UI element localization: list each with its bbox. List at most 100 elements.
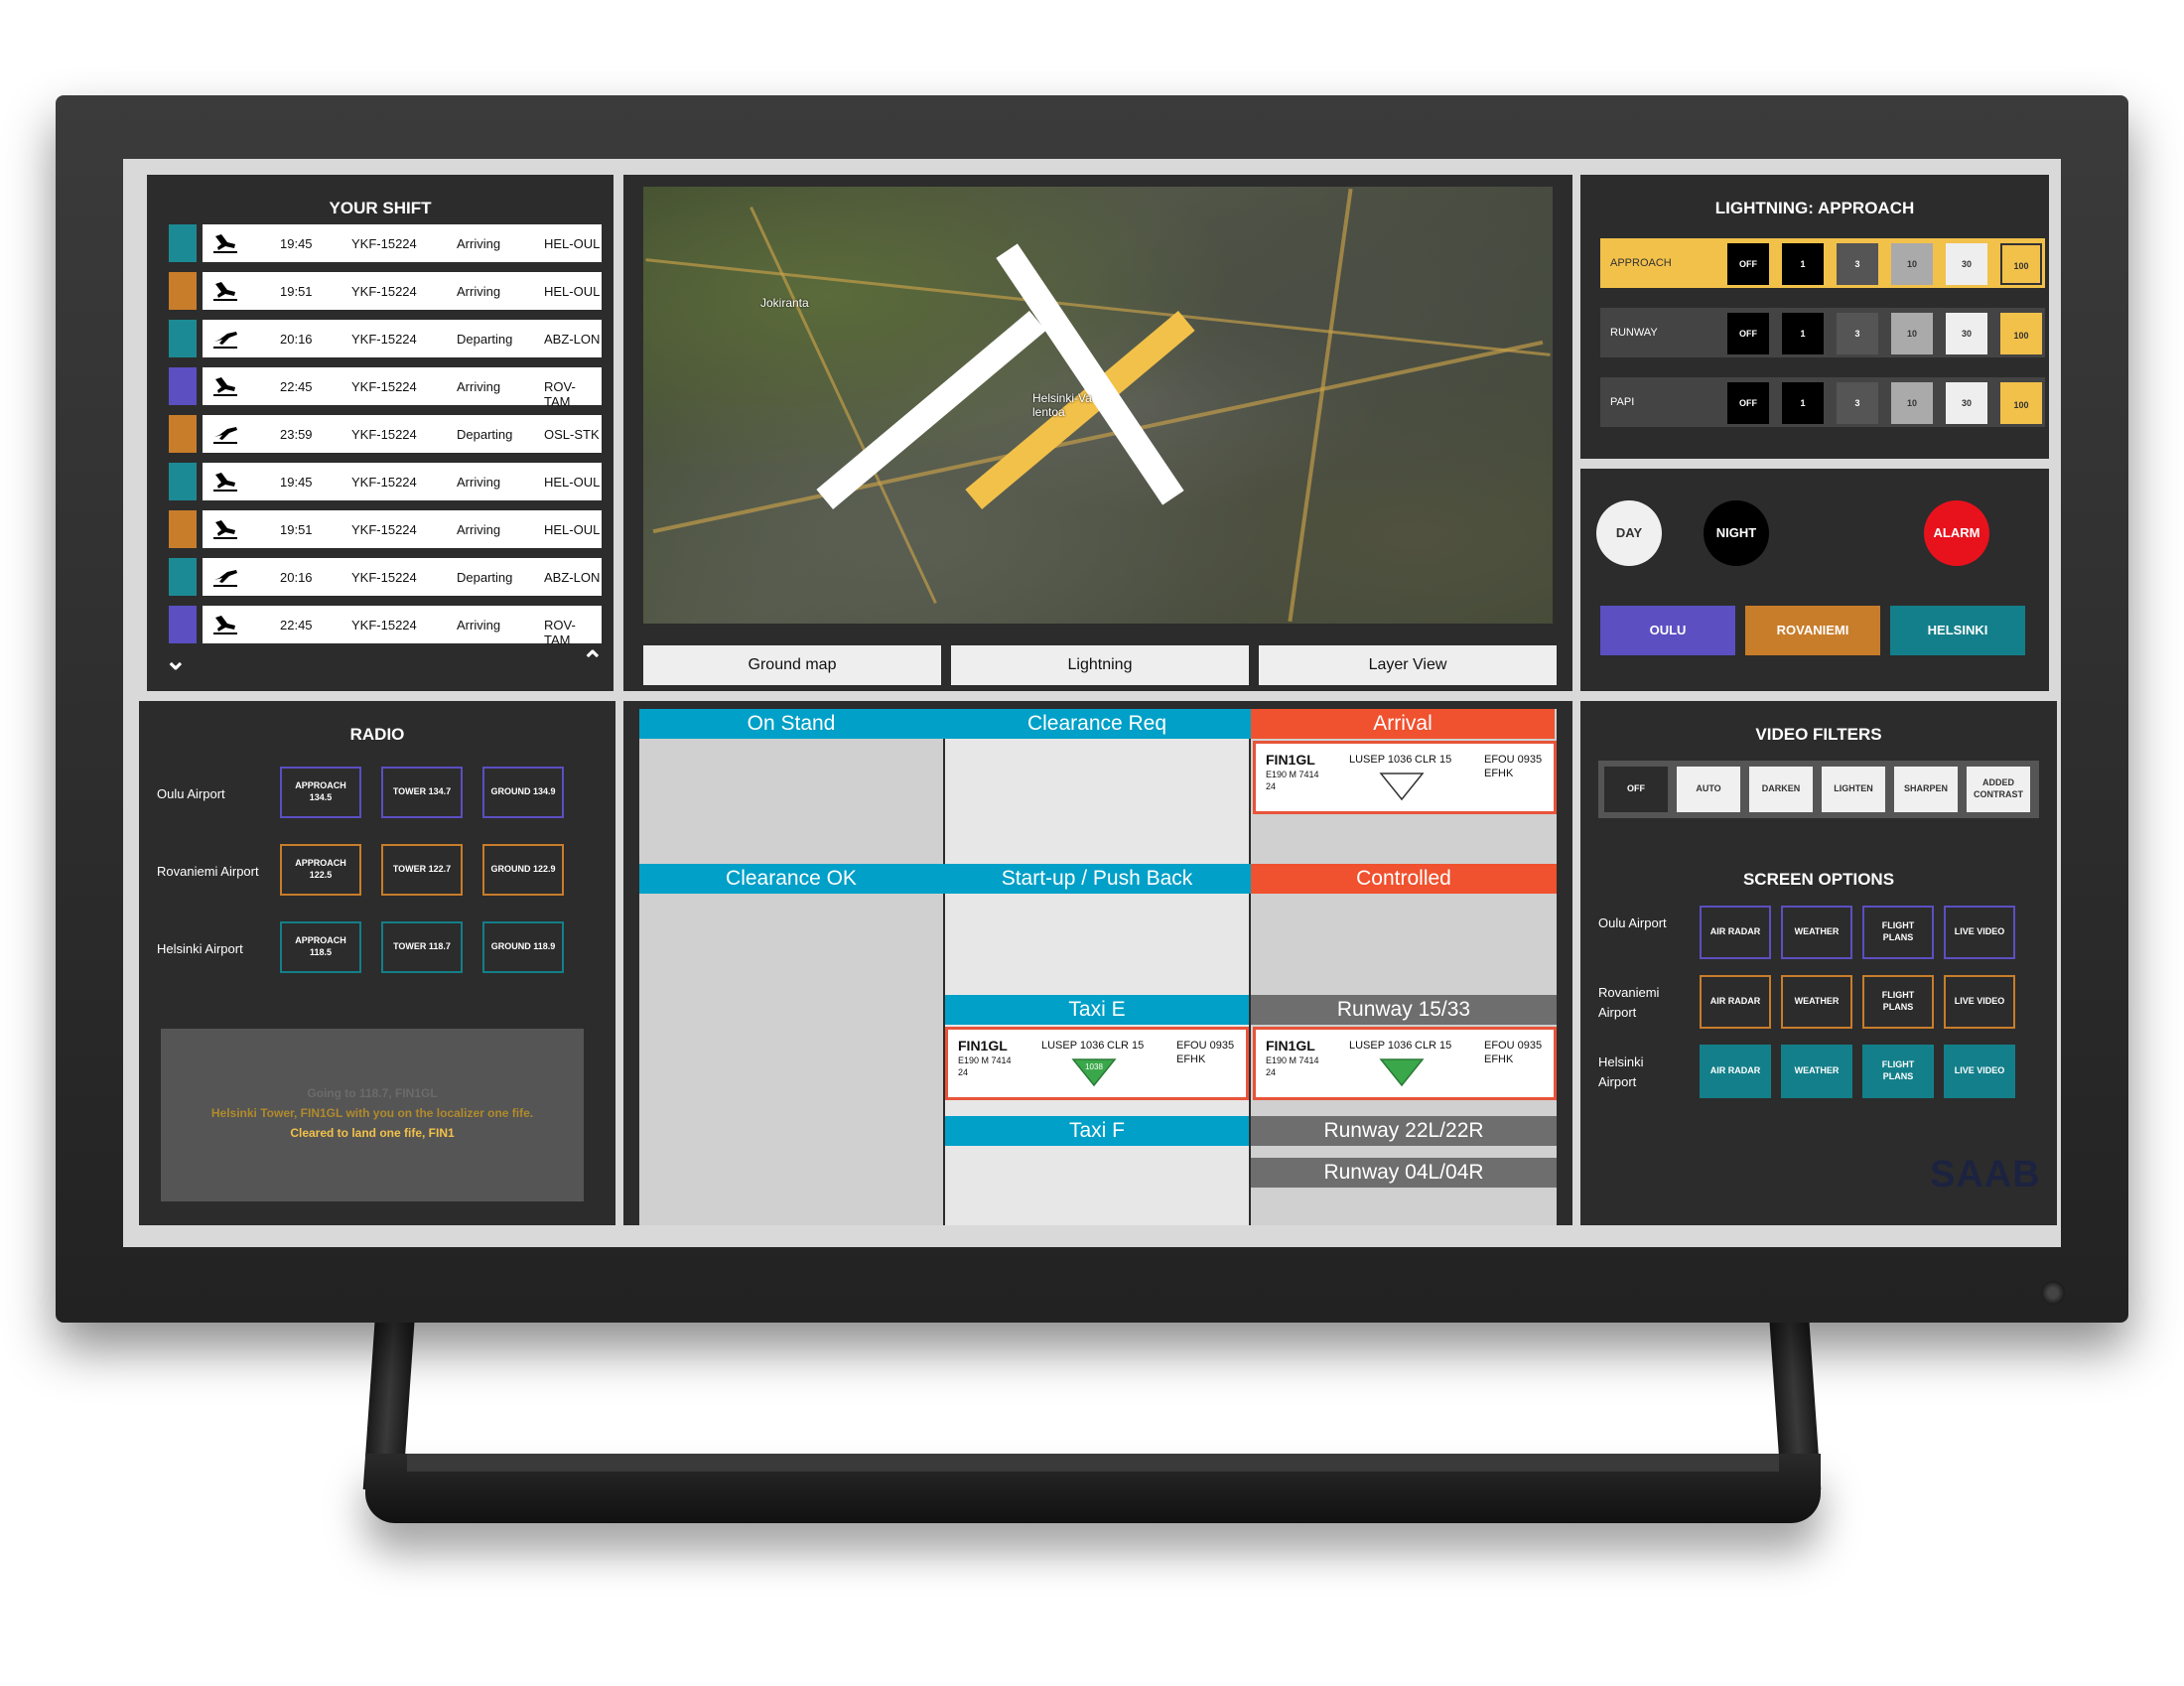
shift-card[interactable]: 20:16 YKF-15224 Departing ABZ-LON bbox=[203, 558, 602, 596]
shift-row[interactable]: 19:51 YKF-15224 Arriving HEL-OUL bbox=[169, 510, 602, 548]
shift-row[interactable]: 19:45 YKF-15224 Arriving HEL-OUL bbox=[169, 224, 602, 262]
tab-ground-map[interactable]: Ground map bbox=[643, 645, 941, 685]
lightning-level-button[interactable]: 100 bbox=[2000, 313, 2042, 354]
flight-strip-taxi-e[interactable]: FIN1GL E190 M 7414 24 LUSEP 1036 CLR 15 … bbox=[945, 1027, 1249, 1100]
shift-row[interactable]: 20:16 YKF-15224 Departing ABZ-LON bbox=[169, 320, 602, 357]
ground-frequency-button[interactable]: GROUND 134.9 bbox=[482, 767, 564, 818]
lightning-level-button[interactable]: 3 bbox=[1837, 243, 1878, 285]
shift-time: 20:16 bbox=[280, 332, 313, 347]
lightning-level-button[interactable]: 1 bbox=[1782, 382, 1824, 424]
scroll-up-icon[interactable]: ⌃ bbox=[582, 647, 604, 673]
screen-option-radar-button[interactable]: AIR RADAR bbox=[1700, 906, 1771, 959]
shift-row[interactable]: 19:51 YKF-15224 Arriving HEL-OUL bbox=[169, 272, 602, 310]
airport-helsinki-button[interactable]: HELSINKI bbox=[1890, 606, 2025, 655]
strip-marker-icon[interactable]: 1038 bbox=[1071, 1057, 1117, 1087]
lightning-row-approach: APPROACH OFF 1 3 10 30 100 bbox=[1600, 238, 2045, 288]
screen-option-video-button[interactable]: LIVE VIDEO bbox=[1944, 906, 2015, 959]
screen-option-radar-button[interactable]: AIR RADAR bbox=[1700, 1045, 1771, 1098]
approach-frequency: 118.5 bbox=[309, 947, 332, 957]
screen-option-video-button[interactable]: LIVE VIDEO bbox=[1944, 975, 2015, 1029]
lightning-level-button[interactable]: OFF bbox=[1727, 382, 1769, 424]
shift-row[interactable]: 22:45 YKF-15224 Arriving ROV-TAM bbox=[169, 367, 602, 409]
shift-color-swatch bbox=[169, 320, 197, 357]
lightning-level-button[interactable]: 30 bbox=[1946, 313, 1987, 354]
shift-flight: YKF-15224 bbox=[351, 475, 417, 490]
shift-status: Arriving bbox=[457, 284, 501, 299]
lightning-level-button[interactable]: 3 bbox=[1837, 313, 1878, 354]
screen-option-flight-button[interactable]: FLIGHT PLANS bbox=[1862, 906, 1934, 959]
screen-option-radar-button[interactable]: AIR RADAR bbox=[1700, 975, 1771, 1029]
shift-color-swatch bbox=[169, 558, 197, 596]
shift-card[interactable]: 19:45 YKF-15224 Arriving HEL-OUL bbox=[203, 463, 602, 500]
shift-card[interactable]: 22:45 YKF-15224 Arriving ROV-TAM bbox=[203, 367, 602, 409]
ground-frequency-button[interactable]: GROUND 122.9 bbox=[482, 844, 564, 896]
strip-arrival-airport: EFHK bbox=[1484, 1054, 1514, 1065]
approach-frequency-button[interactable]: APPROACH 134.5 bbox=[280, 767, 361, 818]
screen-option-flight-button[interactable]: FLIGHT PLANS bbox=[1862, 975, 1934, 1029]
shift-route: ROV-TAM bbox=[544, 379, 576, 409]
lightning-level-button[interactable]: 1 bbox=[1782, 243, 1824, 285]
lightning-level-button[interactable]: 100 bbox=[2000, 243, 2042, 285]
lightning-level-button[interactable]: 30 bbox=[1946, 243, 1987, 285]
shift-card[interactable]: 23:59 YKF-15224 Departing OSL-STK bbox=[203, 415, 602, 453]
video-filter-button[interactable]: SHARPEN bbox=[1894, 767, 1958, 812]
lightning-level-button[interactable]: OFF bbox=[1727, 243, 1769, 285]
lightning-level-button[interactable]: OFF bbox=[1727, 313, 1769, 354]
approach-frequency-button[interactable]: APPROACH 118.5 bbox=[280, 921, 361, 973]
screen-option-weather-button[interactable]: WEATHER bbox=[1781, 975, 1852, 1029]
lightning-level-button[interactable]: 100 bbox=[2000, 382, 2042, 424]
shift-card[interactable]: 19:51 YKF-15224 Arriving HEL-OUL bbox=[203, 272, 602, 310]
night-button[interactable]: NIGHT bbox=[1704, 500, 1769, 566]
strip-marker-icon[interactable] bbox=[1379, 1057, 1425, 1087]
shift-card[interactable]: 19:51 YKF-15224 Arriving HEL-OUL bbox=[203, 510, 602, 548]
shift-row[interactable]: 22:45 YKF-15224 Arriving ROV-TAM bbox=[169, 606, 602, 647]
radio-panel: RADIO Oulu Airport APPROACH 134.5 TOWER 134… bbox=[139, 701, 615, 1225]
lightning-level-button[interactable]: 10 bbox=[1891, 313, 1933, 354]
screen-option-weather-button[interactable]: WEATHER bbox=[1781, 906, 1852, 959]
approach-frequency-button[interactable]: APPROACH 122.5 bbox=[280, 844, 361, 896]
alarm-button[interactable]: ALARM bbox=[1924, 500, 1989, 566]
shift-card[interactable]: 19:45 YKF-15224 Arriving HEL-OUL bbox=[203, 224, 602, 262]
tab-layer-view[interactable]: Layer View bbox=[1259, 645, 1557, 685]
video-filter-button[interactable]: AUTO bbox=[1677, 767, 1740, 812]
lightning-row-runway: RUNWAY OFF 1 3 10 30 100 bbox=[1600, 308, 2045, 357]
flight-strip-runway[interactable]: FIN1GL E190 M 7414 24 LUSEP 1036 CLR 15 … bbox=[1253, 1027, 1557, 1100]
tower-frequency-button[interactable]: TOWER 118.7 bbox=[381, 921, 463, 973]
shift-card[interactable]: 22:45 YKF-15224 Arriving ROV-TAM bbox=[203, 606, 602, 647]
tower-frequency-button[interactable]: TOWER 122.7 bbox=[381, 844, 463, 896]
power-button[interactable] bbox=[2041, 1281, 2065, 1305]
lightning-level-button[interactable]: 1 bbox=[1782, 313, 1824, 354]
flight-plans-line-2: PLANS bbox=[1882, 1002, 1914, 1012]
video-filter-button[interactable]: OFF bbox=[1604, 767, 1668, 812]
airport-map[interactable]: Jokiranta Helsinki-Va lentoa bbox=[643, 187, 1553, 624]
day-button[interactable]: DAY bbox=[1596, 500, 1662, 566]
shift-row[interactable]: 19:45 YKF-15224 Arriving HEL-OUL bbox=[169, 463, 602, 500]
shift-route: HEL-OUL bbox=[544, 475, 601, 490]
screen-option-weather-button[interactable]: WEATHER bbox=[1781, 1045, 1852, 1098]
tower-frequency-button[interactable]: TOWER 134.7 bbox=[381, 767, 463, 818]
strip-marker-icon[interactable] bbox=[1379, 772, 1425, 801]
ground-frequency-button[interactable]: GROUND 118.9 bbox=[482, 921, 564, 973]
video-filter-button[interactable]: LIGHTEN bbox=[1822, 767, 1885, 812]
shift-card[interactable]: 20:16 YKF-15224 Departing ABZ-LON bbox=[203, 320, 602, 357]
plane-departing-icon bbox=[210, 564, 240, 590]
tab-lightning[interactable]: Lightning bbox=[951, 645, 1249, 685]
screen-option-video-button[interactable]: LIVE VIDEO bbox=[1944, 1045, 2015, 1098]
airport-oulu-button[interactable]: OULU bbox=[1600, 606, 1735, 655]
airport-rovaniemi-button[interactable]: ROVANIEMI bbox=[1745, 606, 1880, 655]
lightning-level-button[interactable]: 3 bbox=[1837, 382, 1878, 424]
video-filter-button[interactable]: DARKEN bbox=[1749, 767, 1813, 812]
flight-strip-arrival[interactable]: FIN1GL E190 M 7414 24 LUSEP 1036 CLR 15 … bbox=[1253, 741, 1557, 814]
screen-option-flight-button[interactable]: FLIGHT PLANS bbox=[1862, 1045, 1934, 1098]
shift-row[interactable]: 20:16 YKF-15224 Departing ABZ-LON bbox=[169, 558, 602, 596]
transcript-line-1: Going to 118.7, FIN1GL bbox=[307, 1086, 438, 1100]
shift-row[interactable]: 23:59 YKF-15224 Departing OSL-STK bbox=[169, 415, 602, 453]
shift-flight: YKF-15224 bbox=[351, 332, 417, 347]
lightning-level-button[interactable]: 30 bbox=[1946, 382, 1987, 424]
scroll-down-icon[interactable]: ⌄ bbox=[165, 647, 187, 673]
lightning-level-button[interactable]: 10 bbox=[1891, 243, 1933, 285]
lightning-level-button[interactable]: 10 bbox=[1891, 382, 1933, 424]
shift-route: HEL-OUL bbox=[544, 236, 601, 251]
video-filter-button[interactable]: ADDED CONTRAST bbox=[1967, 767, 2030, 812]
airport-name-line-2: Airport bbox=[1598, 1073, 1637, 1089]
